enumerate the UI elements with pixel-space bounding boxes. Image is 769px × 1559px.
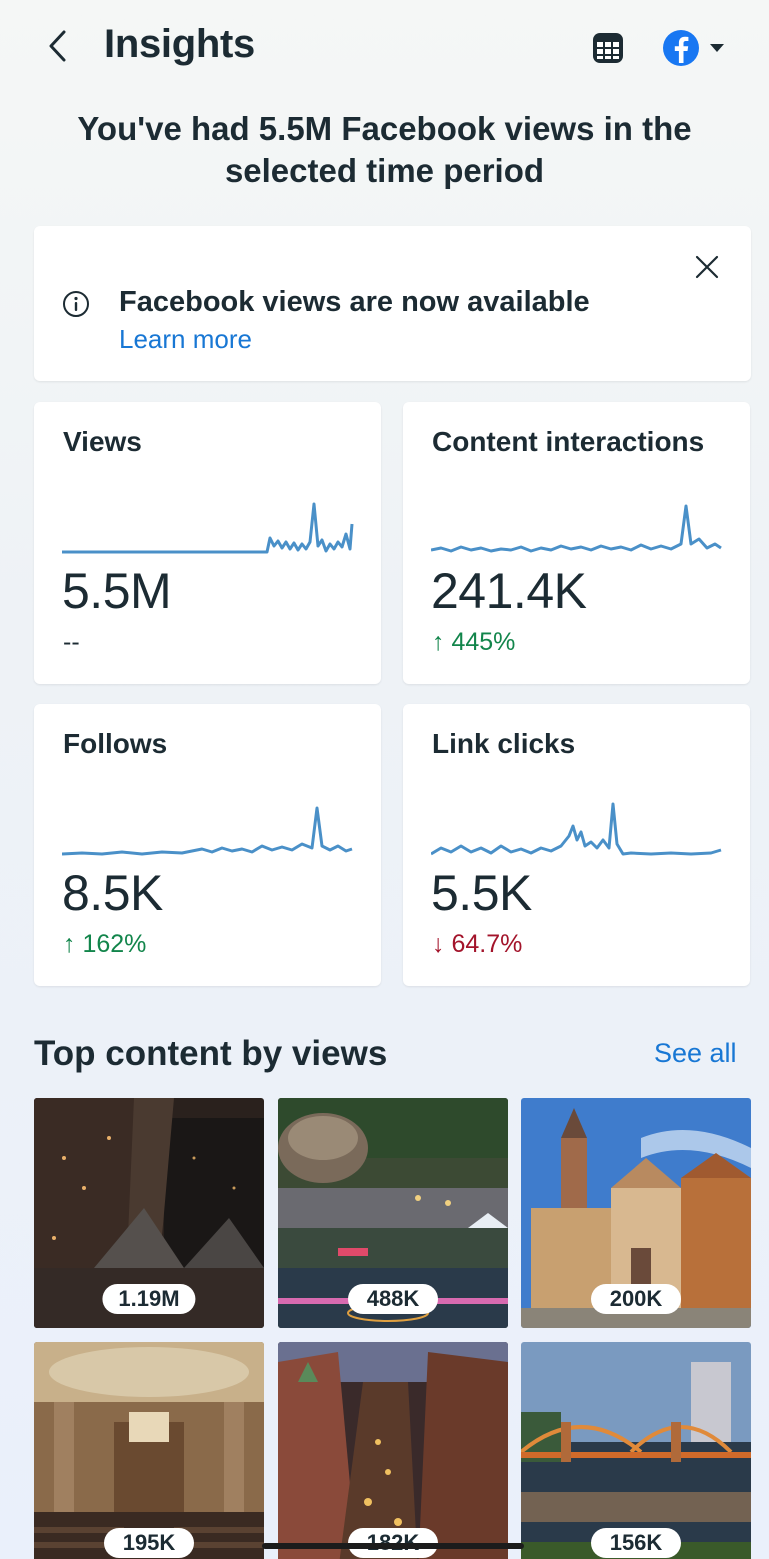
- account-switcher[interactable]: [662, 26, 738, 70]
- metric-value: 5.5K: [431, 865, 532, 921]
- chevron-down-icon: [710, 44, 724, 52]
- metric-change: ↑ 162%: [63, 930, 147, 958]
- baroque-hall-thumbnail: [34, 1342, 264, 1559]
- views-headline: You've had 5.5M Facebook views in the se…: [77, 110, 692, 189]
- views-badge: 1.19M: [102, 1284, 196, 1314]
- bridge-river-thumbnail: [521, 1342, 751, 1559]
- info-icon: [63, 291, 89, 317]
- metric-card-link-clicks[interactable]: Link clicks 5.5K ↓ 64.7%: [403, 704, 750, 986]
- facebook-logo-icon: [663, 30, 699, 66]
- metric-label: Views: [63, 426, 142, 457]
- back-button[interactable]: [42, 26, 72, 66]
- link-clicks-sparkline: [431, 802, 722, 856]
- views-sparkline: [62, 502, 354, 554]
- metric-value: 5.5M: [62, 563, 172, 619]
- follows-sparkline: [62, 806, 353, 856]
- content-interactions-sparkline: [431, 504, 722, 553]
- close-banner-button[interactable]: [688, 248, 726, 286]
- metric-card-content-interactions[interactable]: Content interactions 241.4K ↑ 445%: [403, 402, 750, 684]
- metric-card-views[interactable]: Views 5.5M --: [34, 402, 381, 684]
- views-badge: 156K: [591, 1528, 681, 1558]
- views-badge: 200K: [591, 1284, 681, 1314]
- christmas-market-thumbnail: [278, 1342, 508, 1559]
- metric-value: 8.5K: [62, 865, 163, 921]
- metric-change: --: [63, 628, 80, 656]
- metric-label: Link clicks: [432, 728, 576, 759]
- info-banner-title: Facebook views are now available: [119, 286, 590, 318]
- chevron-left-icon: [49, 30, 66, 62]
- metric-label: Follows: [63, 728, 168, 759]
- metric-change: ↑ 445%: [432, 628, 516, 656]
- close-icon: [695, 255, 719, 279]
- views-badge: 488K: [348, 1284, 438, 1314]
- insights-screen: Insights You've had 5.5M Facebook views …: [6, 8, 763, 1559]
- top-content-item[interactable]: 488K: [278, 1098, 508, 1328]
- learn-more-link[interactable]: Learn more: [119, 324, 252, 355]
- page-title: Insights: [104, 22, 255, 66]
- metric-label: Content interactions: [432, 426, 705, 457]
- table-icon: [593, 33, 623, 63]
- metric-card-follows[interactable]: Follows 8.5K ↑ 162%: [34, 704, 381, 986]
- views-badge: 195K: [104, 1528, 194, 1558]
- home-indicator: [262, 1543, 524, 1549]
- top-content-item[interactable]: 156K: [521, 1342, 751, 1559]
- metric-value: 241.4K: [431, 563, 587, 619]
- top-content-item[interactable]: 200K: [521, 1098, 751, 1328]
- top-content-title: Top content by views: [34, 1034, 388, 1073]
- export-table-button[interactable]: [588, 28, 628, 68]
- top-content-item[interactable]: 195K: [34, 1342, 264, 1559]
- metric-change: ↓ 64.7%: [432, 930, 523, 958]
- info-banner: Facebook views are now available Learn m…: [34, 226, 751, 381]
- see-all-link[interactable]: See all: [654, 1038, 737, 1069]
- top-bar: Insights: [6, 8, 763, 88]
- top-content-item[interactable]: 182K: [278, 1342, 508, 1559]
- top-content-item[interactable]: 1.19M: [34, 1098, 264, 1328]
